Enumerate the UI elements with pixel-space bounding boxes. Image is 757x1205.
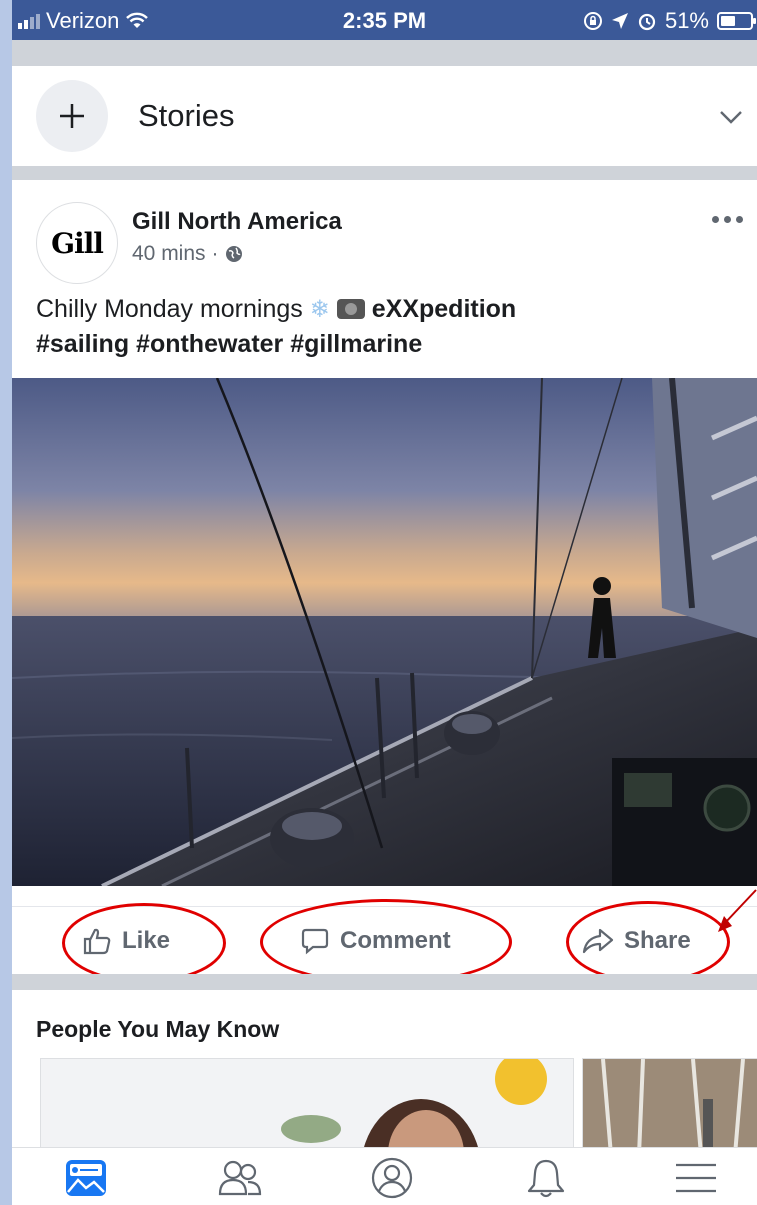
comment-label: Comment (340, 927, 451, 954)
phone-screen: Verizon 2:35 PM 51% Stories Gill Gill No… (12, 0, 757, 1205)
like-label: Like (122, 927, 171, 954)
annotation-arrow (718, 889, 757, 932)
snowflake-icon: ❄ (309, 296, 330, 323)
camera-with-flash-icon (336, 299, 365, 319)
post-time[interactable]: 40 mins (132, 242, 206, 266)
stories-bar[interactable]: Stories (12, 66, 757, 166)
orientation-lock-icon (583, 12, 602, 30)
avatar[interactable]: Gill (36, 202, 118, 284)
bottom-tab-bar (12, 1147, 757, 1205)
share-button[interactable]: Share (582, 911, 691, 971)
news-feed-icon (66, 1160, 106, 1196)
suggestion-card[interactable] (582, 1058, 757, 1148)
share-icon (582, 928, 614, 954)
plus-icon (60, 104, 84, 128)
tab-menu[interactable] (672, 1156, 720, 1200)
status-bar: Verizon 2:35 PM 51% (12, 0, 757, 40)
suggestion-photo (583, 1059, 757, 1148)
battery-percent: 51% (664, 8, 709, 33)
feed-post: Gill Gill North America 40 mins · Chilly… (12, 180, 757, 985)
divider (12, 166, 757, 180)
suggestion-card[interactable] (40, 1058, 574, 1148)
post-text-bold[interactable]: eXXpedition (372, 295, 516, 323)
profile-icon (371, 1157, 413, 1199)
people-you-may-know-section: People You May Know (12, 1008, 757, 1148)
comment-icon (301, 928, 329, 955)
alarm-icon (638, 13, 656, 31)
meta-separator: · (211, 242, 219, 265)
post-text-plain: Chilly Monday mornings (36, 295, 303, 323)
sailboat-at-sunset-photo[interactable] (12, 378, 757, 886)
section-title: People You May Know (36, 1016, 280, 1042)
menu-icon (676, 1163, 716, 1193)
tab-news-feed[interactable] (62, 1156, 110, 1200)
notifications-icon (527, 1159, 565, 1198)
battery-icon (717, 12, 756, 30)
chevron-down-icon[interactable] (717, 102, 745, 130)
tab-notifications[interactable] (522, 1156, 570, 1200)
divider (12, 974, 757, 990)
globe-icon (225, 246, 242, 262)
add-story-button[interactable] (36, 80, 108, 152)
divider (12, 40, 757, 66)
tab-profile[interactable] (368, 1156, 416, 1200)
post-text: Chilly Monday mornings ❄ eXXpedition #sa… (36, 292, 736, 361)
share-label: Share (624, 927, 691, 954)
location-icon (611, 13, 628, 29)
more-options-button[interactable] (712, 216, 743, 223)
comment-button[interactable]: Comment (300, 911, 451, 971)
friends-icon (218, 1160, 262, 1196)
suggestion-photo (41, 1059, 573, 1148)
post-author[interactable]: Gill North America (132, 208, 342, 236)
post-meta: 40 mins · (132, 242, 243, 266)
stories-label: Stories (138, 98, 235, 133)
post-hashtags[interactable]: #sailing #onthewater #gillmarine (36, 330, 422, 358)
post-actions-bar: Like Comment Share (12, 899, 757, 985)
tab-friends[interactable] (216, 1156, 264, 1200)
thumbs-up-icon (83, 928, 111, 955)
like-button[interactable]: Like (82, 911, 170, 971)
